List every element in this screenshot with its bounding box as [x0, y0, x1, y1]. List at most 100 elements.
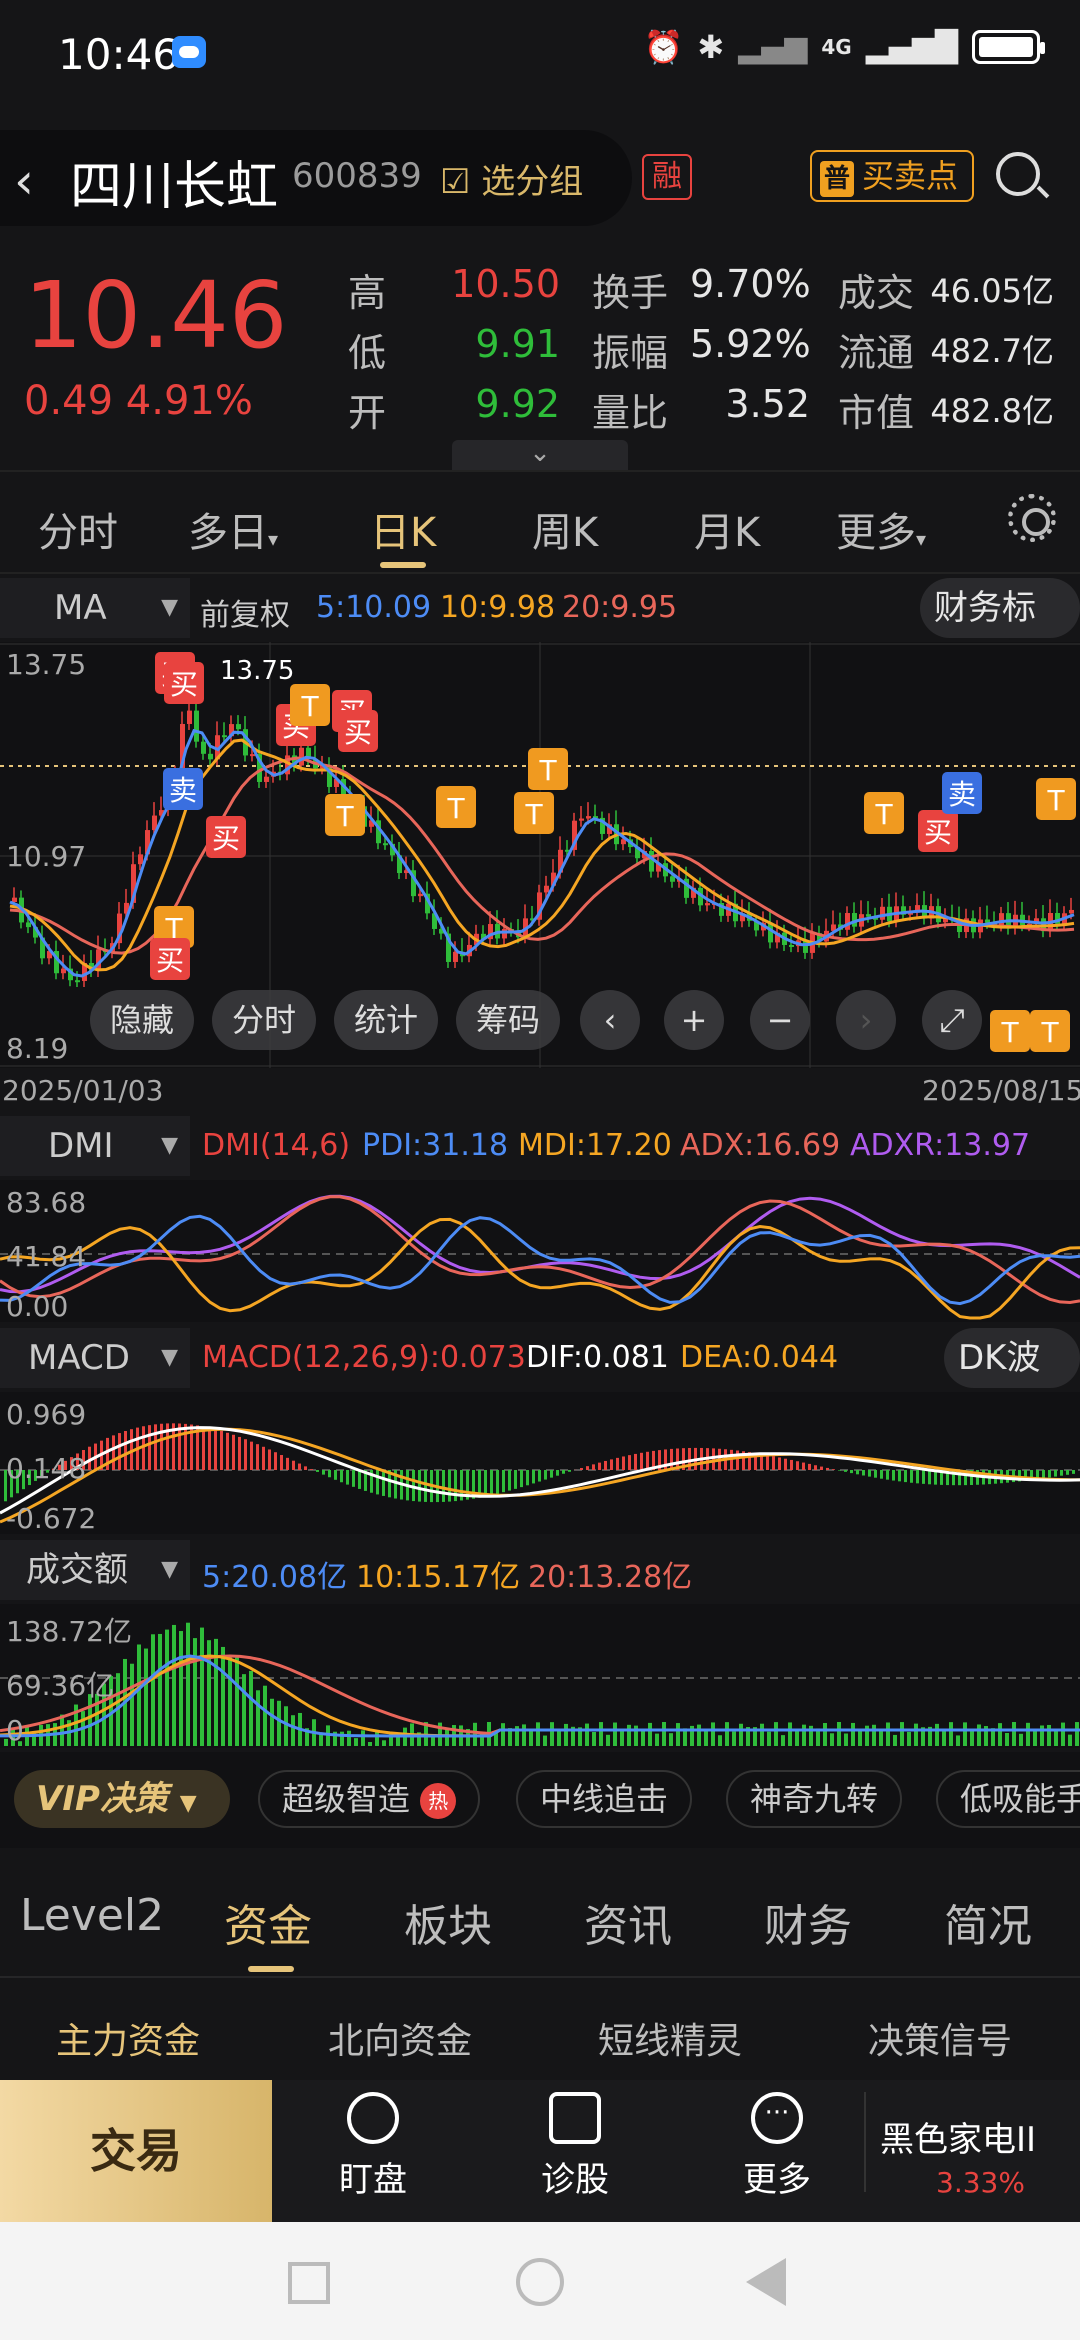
tab-sectors[interactable]: 板块	[404, 1890, 492, 1954]
chip-midline[interactable]: 中线追击	[516, 1770, 693, 1828]
back-icon[interactable]: ‹	[14, 152, 34, 210]
chips-button[interactable]: 筹码	[456, 990, 560, 1050]
macd-bar	[826, 1467, 829, 1470]
tab-more[interactable]: 更多▾	[836, 500, 926, 558]
volume-bar	[977, 1724, 981, 1746]
vol-ma20-legend: 20:13.28亿	[528, 1560, 693, 1595]
add-group-button[interactable]: ☑ 选分组	[440, 154, 583, 203]
recents-icon[interactable]	[288, 2262, 330, 2304]
status-icons: ⏰ ✱ ▂▄▆ 4G ▂▄▆█	[643, 28, 1045, 66]
statistics-button[interactable]: 统计	[334, 990, 438, 1050]
amplitude-label: 振幅	[592, 331, 669, 375]
chip-low-buy[interactable]: 低吸能手	[936, 1770, 1080, 1828]
candle-body	[236, 724, 241, 730]
chevron-right-icon[interactable]: ›	[836, 990, 896, 1050]
dmi-selector[interactable]: DMI ▼	[0, 1116, 190, 1176]
volume-bar	[347, 1730, 351, 1746]
zoom-out-icon[interactable]: −	[750, 990, 810, 1050]
fullscreen-icon[interactable]: ⤢	[922, 990, 982, 1050]
macd-bar	[232, 1434, 235, 1470]
ma-selector[interactable]: MA ▼	[0, 578, 190, 638]
subtab-main-funds[interactable]: 主力资金	[56, 2012, 200, 2064]
back-nav-icon[interactable]	[746, 2258, 786, 2306]
subtab-northbound[interactable]: 北向资金	[328, 2012, 472, 2064]
chip-super-manufacturing[interactable]: 超级智造 热	[258, 1770, 481, 1828]
volume-bar	[760, 1723, 764, 1746]
search-icon[interactable]	[996, 152, 1040, 196]
volume-bar	[781, 1735, 785, 1746]
subtab-short-term[interactable]: 短线精灵	[598, 2012, 742, 2064]
macd-bar	[712, 1448, 715, 1470]
ma10-legend: 10:9.98	[440, 590, 556, 625]
volume-bar	[368, 1742, 372, 1746]
volume-bar	[60, 1714, 64, 1746]
macd-bar	[766, 1455, 769, 1470]
macd-bar	[508, 1470, 511, 1491]
gear-icon[interactable]	[1008, 494, 1056, 542]
vip-decision-button[interactable]: VIP决策 ▼	[14, 1770, 230, 1828]
hide-button[interactable]: 隐藏	[90, 990, 194, 1050]
tab-news[interactable]: 资讯	[584, 1890, 672, 1954]
finance-mark-button[interactable]: 财务标记	[920, 578, 1080, 688]
tab-more-label: 更多	[836, 510, 916, 556]
macd-bar	[808, 1463, 811, 1470]
candle-body	[250, 754, 255, 757]
macd-bar	[814, 1465, 817, 1470]
macd-bar	[1072, 1470, 1075, 1474]
macd-bar	[568, 1470, 571, 1472]
tab-finance[interactable]: 财务	[764, 1890, 852, 1954]
zoom-in-icon[interactable]: +	[664, 990, 724, 1050]
macd-bar	[220, 1430, 223, 1470]
dk-band-button[interactable]: DK波段	[944, 1328, 1080, 1438]
volume-bar	[725, 1722, 729, 1746]
tab-profile[interactable]: 简况	[944, 1890, 1032, 1954]
volume-selector[interactable]: 成交额 ▼	[0, 1540, 190, 1600]
tab-funds[interactable]: 资金	[224, 1890, 312, 1954]
macd-selector[interactable]: MACD ▼	[0, 1328, 190, 1388]
macd-bar	[154, 1424, 157, 1470]
volume-bar	[795, 1730, 799, 1746]
sector-name[interactable]: 黑色家电II	[880, 2112, 1036, 2161]
diagnose-button[interactable]: 诊股	[510, 2092, 640, 2201]
chip-magic-nine[interactable]: 神奇九转	[726, 1770, 903, 1828]
expand-quote-button[interactable]: ⌄	[452, 440, 628, 470]
macd-bar	[556, 1470, 559, 1476]
tab-daily-k[interactable]: 日K	[370, 500, 436, 558]
trade-button[interactable]: 交易	[0, 2080, 272, 2222]
buy-sell-point-button[interactable]: 普买卖点	[810, 150, 974, 202]
t-marker: T	[436, 786, 476, 828]
macd-bar	[202, 1426, 205, 1470]
macd-bar	[346, 1470, 349, 1485]
svg-text:T: T	[300, 690, 319, 723]
volume-bar	[375, 1731, 379, 1746]
open-label: 开	[348, 391, 387, 435]
chevron-left-icon[interactable]: ‹	[580, 990, 640, 1050]
last-price: 10.46	[24, 262, 288, 369]
candle-body	[194, 710, 199, 742]
volume-bar	[788, 1722, 792, 1746]
tab-multiday[interactable]: 多日▾	[188, 500, 278, 558]
peak-label: 13.75	[220, 656, 295, 686]
volume-bar	[242, 1674, 246, 1746]
macd-bar	[286, 1457, 289, 1470]
subtab-signals[interactable]: 决策信号	[868, 2012, 1012, 2064]
macd-y-mid: 0.148	[6, 1452, 87, 1485]
more-button[interactable]: ··· 更多	[712, 2092, 842, 2201]
volume-bar	[151, 1634, 155, 1746]
watch-button[interactable]: 盯盘	[308, 2092, 438, 2201]
candle-body	[866, 914, 871, 917]
t-marker: T	[1036, 778, 1076, 820]
tab-level2[interactable]: Level2	[20, 1890, 164, 1941]
volume-bar	[606, 1734, 610, 1746]
macd-bar	[322, 1470, 325, 1475]
tab-weekly-k[interactable]: 周K	[532, 500, 598, 558]
turnover-value: 9.70%	[690, 262, 811, 306]
sell-marker: 卖	[163, 768, 203, 810]
intraday-button[interactable]: 分时	[212, 990, 316, 1050]
tab-monthly-k[interactable]: 月K	[694, 500, 760, 558]
home-icon[interactable]	[516, 2258, 564, 2306]
macd-bar	[334, 1470, 337, 1480]
volume-bar	[627, 1724, 631, 1746]
tab-intraday[interactable]: 分时	[38, 500, 118, 558]
macd-bar	[1060, 1470, 1063, 1476]
